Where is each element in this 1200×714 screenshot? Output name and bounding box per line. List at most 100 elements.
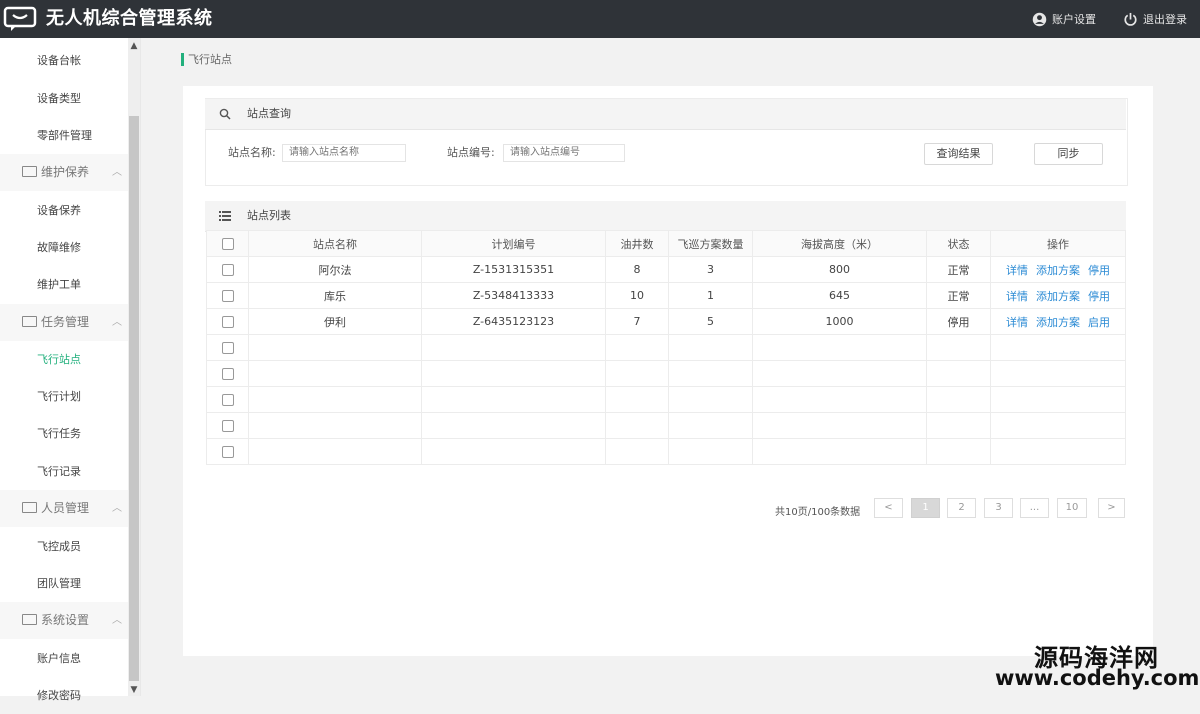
column-header: 状态 <box>926 230 991 257</box>
sidebar-item-label: 飞行计划 <box>37 390 81 403</box>
table-row <box>206 360 1126 387</box>
prev-page-button[interactable]: < <box>874 498 903 518</box>
chevron-up-icon: ︿ <box>112 167 122 178</box>
toggle-status-link[interactable]: 启用 <box>1088 316 1110 329</box>
sidebar-item-team[interactable]: 团队管理 <box>0 565 128 602</box>
add-plan-link[interactable]: 添加方案 <box>1036 290 1080 303</box>
site-name-input[interactable] <box>282 144 406 162</box>
pagination-info: 共10页/100条数据 <box>775 507 861 518</box>
site-code-input[interactable] <box>503 144 625 162</box>
column-header: 油井数 <box>605 230 669 257</box>
sidebar-group-tasks[interactable]: 任务管理 ︿ <box>0 304 128 341</box>
details-link[interactable]: 详情 <box>1006 290 1028 303</box>
sidebar-item-label: 团队管理 <box>37 577 81 590</box>
select-all-cell <box>206 230 249 257</box>
page-10-button[interactable]: 10 <box>1057 498 1087 518</box>
sidebar-item-label: 飞行站点 <box>37 353 81 366</box>
status-cell: 停用 <box>926 308 991 335</box>
row-checkbox[interactable] <box>221 394 234 406</box>
column-header: 站点名称 <box>248 230 422 257</box>
sidebar-item-flight-plan[interactable]: 飞行计划 <box>0 378 128 415</box>
user-icon <box>1032 12 1047 26</box>
plans-cell: 3 <box>668 256 753 283</box>
column-header: 计划编号 <box>421 230 606 257</box>
column-header: 操作 <box>990 230 1126 257</box>
sidebar-item-label: 飞控成员 <box>37 540 81 553</box>
sidebar-item-label: 设备类型 <box>37 92 81 105</box>
sidebar-item-device-type[interactable]: 设备类型 <box>0 80 128 117</box>
altitude-cell: 645 <box>752 282 927 309</box>
add-plan-link[interactable]: 添加方案 <box>1036 316 1080 329</box>
scroll-up-icon[interactable]: ▲ <box>129 40 139 52</box>
row-checkbox[interactable] <box>221 342 234 354</box>
page-3-button[interactable]: 3 <box>984 498 1013 518</box>
altitude-cell: 1000 <box>752 308 927 335</box>
sidebar-item-label: 账户信息 <box>37 652 81 665</box>
status-cell: 正常 <box>926 256 991 283</box>
sidebar-item-flight-crew[interactable]: 飞控成员 <box>0 528 128 565</box>
sidebar-item-account-info[interactable]: 账户信息 <box>0 640 128 677</box>
sidebar-item-device-maintenance[interactable]: 设备保养 <box>0 192 128 229</box>
select-all-checkbox[interactable] <box>221 238 234 250</box>
site-name-label: 站点名称: <box>228 146 276 159</box>
toggle-status-link[interactable]: 停用 <box>1088 264 1110 277</box>
sidebar-group-personnel[interactable]: 人员管理 ︿ <box>0 490 128 527</box>
table-row: 阿尔法 Z-1531315351 8 3 800 正常 详情 添加方案 停用 <box>206 256 1126 283</box>
page-2-button[interactable]: 2 <box>947 498 976 518</box>
site-table: 站点名称 计划编号 油井数 飞巡方案数量 海拔高度（米） 状态 操作 阿尔法 Z… <box>206 230 1126 465</box>
table-row <box>206 438 1126 465</box>
scroll-down-icon[interactable]: ▼ <box>129 684 139 696</box>
sidebar-group-label: 维护保养 <box>41 165 90 179</box>
chevron-up-icon: ︿ <box>112 503 122 514</box>
plans-cell: 1 <box>668 282 753 309</box>
row-checkbox[interactable] <box>221 316 234 328</box>
sidebar-item-label: 零部件管理 <box>37 129 92 142</box>
sidebar-item-flight-record[interactable]: 飞行记录 <box>0 453 128 490</box>
sidebar-item-flight-site[interactable]: 飞行站点 <box>0 341 128 378</box>
page-ellipsis: ... <box>1020 498 1049 518</box>
plan-code-cell: Z-6435123123 <box>421 308 606 335</box>
folder-icon <box>22 166 37 177</box>
sidebar: 设备台帐 设备类型 零部件管理 维护保养 ︿ 设备保养 故障维修 维护工单 任务管… <box>0 38 141 702</box>
folder-icon <box>22 502 37 513</box>
row-checkbox[interactable] <box>221 420 234 432</box>
sidebar-item-fault-repair[interactable]: 故障维修 <box>0 229 128 266</box>
sidebar-group-maintenance[interactable]: 维护保养 ︿ <box>0 154 128 191</box>
sidebar-group-system[interactable]: 系统设置 ︿ <box>0 602 128 639</box>
table-header-row: 站点名称 计划编号 油井数 飞巡方案数量 海拔高度（米） 状态 操作 <box>206 230 1126 257</box>
row-checkbox[interactable] <box>221 446 234 458</box>
toggle-status-link[interactable]: 停用 <box>1088 290 1110 303</box>
chevron-up-icon: ︿ <box>112 317 122 328</box>
row-checkbox[interactable] <box>221 290 234 302</box>
plan-code-cell: Z-1531315351 <box>421 256 606 283</box>
account-settings-link[interactable]: 账户设置 <box>1032 11 1096 27</box>
actions-cell: 详情 添加方案 停用 <box>990 256 1126 283</box>
chevron-up-icon: ︿ <box>112 615 122 626</box>
row-checkbox[interactable] <box>221 264 234 276</box>
sidebar-item-flight-task[interactable]: 飞行任务 <box>0 415 128 452</box>
app-title: 无人机综合管理系统 <box>46 8 213 29</box>
query-panel-header: 站点查询 <box>205 99 1126 130</box>
details-link[interactable]: 详情 <box>1006 316 1028 329</box>
sidebar-scrollbar-thumb[interactable] <box>129 116 139 681</box>
site-name-cell: 伊利 <box>248 308 422 335</box>
altitude-cell: 800 <box>752 256 927 283</box>
logout-link[interactable]: 退出登录 <box>1123 11 1187 27</box>
logo-icon <box>3 6 37 31</box>
sync-button[interactable]: 同步 <box>1034 143 1103 165</box>
details-link[interactable]: 详情 <box>1006 264 1028 277</box>
search-button[interactable]: 查询结果 <box>924 143 993 165</box>
site-code-label: 站点编号: <box>447 146 495 159</box>
sidebar-item-device-ledger[interactable]: 设备台帐 <box>0 42 128 79</box>
page-1-button[interactable]: 1 <box>911 498 940 518</box>
wells-cell: 10 <box>605 282 669 309</box>
sidebar-item-parts[interactable]: 零部件管理 <box>0 117 128 154</box>
sidebar-group-label: 人员管理 <box>41 501 90 515</box>
next-page-button[interactable]: > <box>1098 498 1125 518</box>
add-plan-link[interactable]: 添加方案 <box>1036 264 1080 277</box>
list-panel-title: 站点列表 <box>247 209 291 222</box>
actions-cell: 详情 添加方案 启用 <box>990 308 1126 335</box>
sidebar-item-work-order[interactable]: 维护工单 <box>0 266 128 303</box>
breadcrumb-text: 飞行站点 <box>188 53 232 66</box>
row-checkbox[interactable] <box>221 368 234 380</box>
